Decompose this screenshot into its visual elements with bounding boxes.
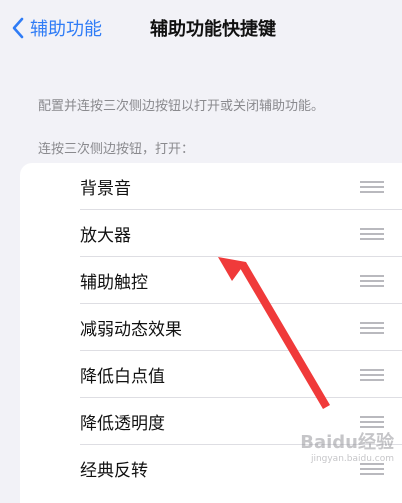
reorder-handle-icon[interactable] (360, 275, 384, 287)
list-item[interactable]: 辅助触控 (20, 257, 402, 304)
watermark-text: Baidu经验 (300, 432, 394, 453)
list-item-label: 放大器 (80, 226, 131, 246)
reorder-handle-icon[interactable] (360, 416, 384, 428)
list-item-label: 降低白点值 (80, 367, 165, 387)
page-title: 辅助功能快捷键 (150, 19, 276, 40)
list-item[interactable]: 背景音 (20, 163, 402, 210)
watermark-url: jingyan.baidu.com (310, 454, 394, 464)
section-header: 连按三次侧边按钮，打开： (38, 142, 195, 157)
list-item[interactable]: 减弱动态效果 (20, 304, 402, 351)
list-item[interactable]: 放大器 (20, 210, 402, 257)
list-item[interactable]: 降低白点值 (20, 351, 402, 398)
reorder-handle-icon[interactable] (360, 463, 384, 475)
reorder-handle-icon[interactable] (360, 228, 384, 240)
watermark: Baidu经验 jingyan.baidu.com (300, 428, 394, 464)
navigation-bar: 辅助功能 辅助功能快捷键 (0, 0, 402, 58)
list-item-label: 辅助触控 (80, 273, 148, 293)
list-item-label: 减弱动态效果 (80, 320, 182, 340)
reorder-handle-icon[interactable] (360, 181, 384, 193)
list-item-label: 经典反转 (80, 461, 148, 481)
reorder-handle-icon[interactable] (360, 369, 384, 381)
reorder-handle-icon[interactable] (360, 322, 384, 334)
list-item-label: 背景音 (80, 179, 131, 199)
list-item-label: 降低透明度 (80, 414, 165, 434)
section-description: 配置并连按三次侧边按钮以打开或关闭辅助功能。 (38, 99, 325, 114)
